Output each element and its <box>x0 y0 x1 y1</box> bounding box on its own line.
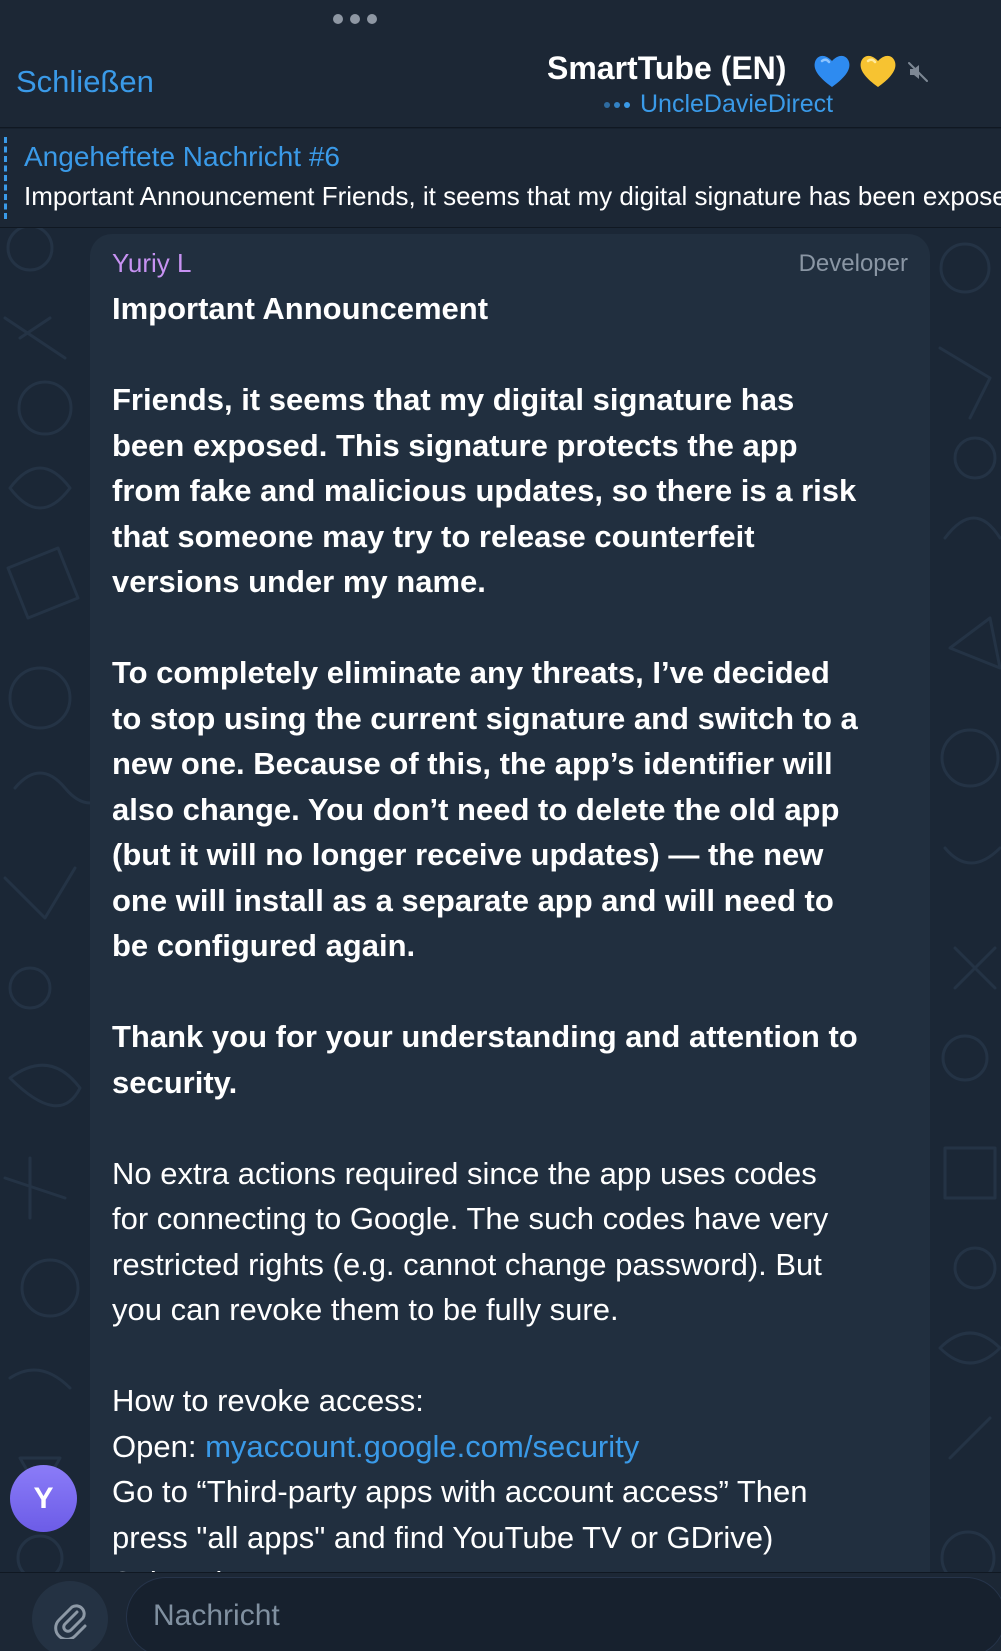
message-line: No extra actions required since the app … <box>112 1155 817 1191</box>
message-input-wrapper <box>126 1577 1001 1651</box>
message-line: to stop using the current signature and … <box>112 700 858 736</box>
message-line: security. <box>112 1064 238 1100</box>
speaker-muted-icon <box>908 62 928 82</box>
message-line: been exposed. This signature protects th… <box>112 427 798 463</box>
message-line: be configured again. <box>112 928 416 963</box>
yellow-heart-icon <box>860 55 896 87</box>
message-line: you can revoke them to be fully sure. <box>112 1292 619 1327</box>
message-line: Thank you for your understanding and att… <box>112 1019 858 1054</box>
message-line: press "all apps" and find YouTube TV or … <box>112 1519 774 1555</box>
message-line: To completely eliminate any threats, I’v… <box>112 655 830 690</box>
security-link[interactable]: myaccount.google.com/security <box>205 1429 639 1464</box>
blue-heart-icon <box>814 55 850 87</box>
howto-title: How to revoke access: <box>112 1383 424 1418</box>
message-text: Important Announcement Friends, it seems… <box>112 286 912 1606</box>
sender-name[interactable]: Yuriy L <box>112 248 192 279</box>
message-line: (but it will no longer receive updates) … <box>112 837 824 872</box>
sender-role-badge: Developer <box>798 250 908 277</box>
message-line: also change. You don’t need to delete th… <box>112 791 840 827</box>
message-line: versions under my name. <box>112 564 486 599</box>
dot <box>367 14 377 24</box>
message-line: that someone may try to release counterf… <box>112 518 755 554</box>
chat-title: SmartTube (EN) <box>547 50 787 86</box>
typing-dots-icon <box>604 101 630 108</box>
close-button[interactable]: Schließen <box>16 64 154 100</box>
message-line: from fake and malicious updates, so ther… <box>112 473 857 508</box>
open-label: Open: <box>112 1428 206 1464</box>
message-bubble[interactable]: Yuriy L Developer Important Announcement… <box>90 234 930 1634</box>
message-line: new one. Because of this, the app’s iden… <box>112 746 833 781</box>
message-line: Go to “Third-party apps with account acc… <box>112 1474 808 1509</box>
pinned-message-bar[interactable]: Angeheftete Nachricht #6 Important Annou… <box>0 129 1001 228</box>
pinned-indicator <box>4 137 7 219</box>
chat-subtitle: UncleDavieDirect <box>640 90 834 118</box>
message-input[interactable] <box>153 1596 953 1636</box>
attach-button[interactable] <box>32 1581 108 1651</box>
message-line: one will install as a separate app and w… <box>112 882 834 918</box>
chat-title-area[interactable]: SmartTube (EN) UncleDavieDirect <box>490 48 970 118</box>
message-line: restricted rights (e.g. cannot change pa… <box>112 1246 822 1282</box>
open-line: Open: myaccount.google.com/security <box>112 1424 912 1470</box>
message-line: Friends, it seems that my digital signat… <box>112 382 795 417</box>
telegram-chat-window: Schließen SmartTube (EN) UncleDavieDirec… <box>0 0 1001 1651</box>
pinned-preview-text: Important Announcement Friends, it seems… <box>24 181 1001 211</box>
chat-header: Schließen SmartTube (EN) UncleDavieDirec… <box>0 0 1001 128</box>
message-heading: Important Announcement <box>112 291 489 326</box>
dot <box>333 14 343 24</box>
more-options-dots-icon[interactable] <box>333 13 377 25</box>
avatar[interactable]: Y <box>10 1465 77 1532</box>
typing-status: UncleDavieDirect <box>604 90 833 119</box>
pinned-title: Angeheftete Nachricht #6 <box>24 141 340 172</box>
message-line: for connecting to Google. The such codes… <box>112 1201 829 1236</box>
paperclip-icon <box>54 1604 87 1639</box>
dot <box>350 14 360 24</box>
message-composer <box>0 1572 1001 1651</box>
